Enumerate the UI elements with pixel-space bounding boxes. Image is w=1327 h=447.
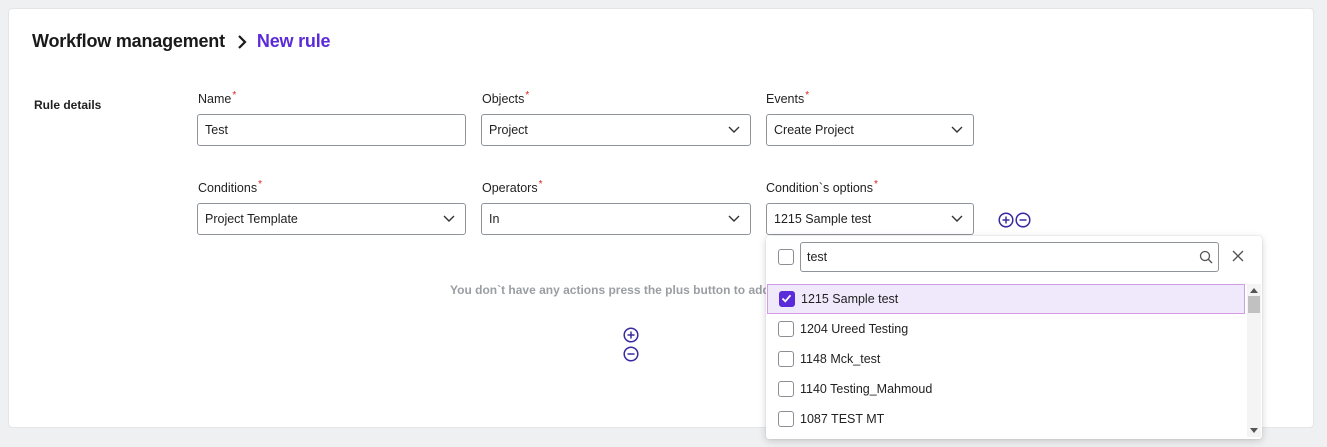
objects-label: Objects* <box>482 90 530 106</box>
option-checkbox[interactable] <box>778 381 794 397</box>
required-marker: * <box>538 179 543 190</box>
breadcrumb-current: New rule <box>256 31 331 51</box>
option-checkbox[interactable] <box>779 291 795 307</box>
list-item[interactable]: 1140 Testing_Mahmoud <box>766 374 1246 404</box>
breadcrumb-parent[interactable]: Workflow management <box>32 31 225 52</box>
option-label: 1204 Ureed Testing <box>800 322 909 336</box>
chevron-down-icon <box>951 215 963 222</box>
minus-circle-icon[interactable] <box>623 346 639 362</box>
search-icon <box>1199 250 1213 264</box>
close-icon[interactable] <box>1232 250 1244 262</box>
name-field[interactable]: Test <box>197 114 466 146</box>
required-marker: * <box>258 179 262 190</box>
option-label: 1215 Sample test <box>801 292 899 306</box>
name-label: Name* <box>198 90 237 106</box>
condition-add-remove <box>998 212 1031 228</box>
minus-circle-icon[interactable] <box>1015 212 1031 228</box>
plus-circle-icon[interactable] <box>998 212 1014 228</box>
option-checkbox[interactable] <box>778 321 794 337</box>
required-marker: * <box>232 90 237 101</box>
option-label: 1140 Testing_Mahmoud <box>800 382 933 396</box>
chevron-down-icon <box>951 126 963 133</box>
plus-circle-icon[interactable] <box>623 327 639 343</box>
required-marker: * <box>805 90 810 101</box>
option-label: 1148 Mck_test <box>800 352 881 366</box>
chevron-right-icon <box>238 34 247 49</box>
section-label: Rule details <box>34 98 102 112</box>
empty-actions-message: You don`t have any actions press the plu… <box>450 283 766 297</box>
objects-select[interactable]: Project <box>481 114 751 146</box>
scroll-down-icon[interactable] <box>1250 428 1258 434</box>
option-checkbox[interactable] <box>778 351 794 367</box>
conditions-label: Conditions* <box>198 179 262 195</box>
breadcrumb: Workflow management New rule <box>32 31 331 52</box>
check-icon <box>781 294 792 303</box>
condition-options-select[interactable]: 1215 Sample test <box>766 203 974 235</box>
option-label: 1087 TEST MT <box>800 412 885 426</box>
list-item[interactable]: 1148 Mck_test <box>766 344 1246 374</box>
select-all-checkbox[interactable] <box>778 249 794 265</box>
scroll-up-icon[interactable] <box>1250 287 1258 293</box>
option-checkbox[interactable] <box>778 411 794 427</box>
chevron-down-icon <box>728 215 740 222</box>
dropdown-header: test <box>766 236 1262 278</box>
scrollbar[interactable] <box>1247 284 1261 437</box>
list-item[interactable]: 1215 Sample test <box>767 284 1245 314</box>
conditions-select[interactable]: Project Template <box>197 203 466 235</box>
operators-label: Operators* <box>482 179 543 195</box>
list-item[interactable]: 1087 TEST MT <box>766 404 1246 434</box>
chevron-down-icon <box>443 215 455 222</box>
required-marker: * <box>874 179 878 190</box>
operators-select[interactable]: In <box>481 203 751 235</box>
list-item[interactable]: 1204 Ureed Testing <box>766 314 1246 344</box>
chevron-down-icon <box>728 126 740 133</box>
required-marker: * <box>525 90 530 101</box>
events-label: Events* <box>766 90 810 106</box>
events-select[interactable]: Create Project <box>766 114 974 146</box>
condition-options-label: Condition`s options* <box>766 179 878 195</box>
search-input[interactable]: test <box>800 242 1219 272</box>
condition-options-dropdown: test 1215 Sample test 1204 Ureed Testing… <box>766 236 1262 439</box>
options-list: 1215 Sample test 1204 Ureed Testing 1148… <box>766 284 1246 437</box>
scrollbar-thumb[interactable] <box>1248 296 1260 313</box>
action-add-remove <box>623 327 639 362</box>
